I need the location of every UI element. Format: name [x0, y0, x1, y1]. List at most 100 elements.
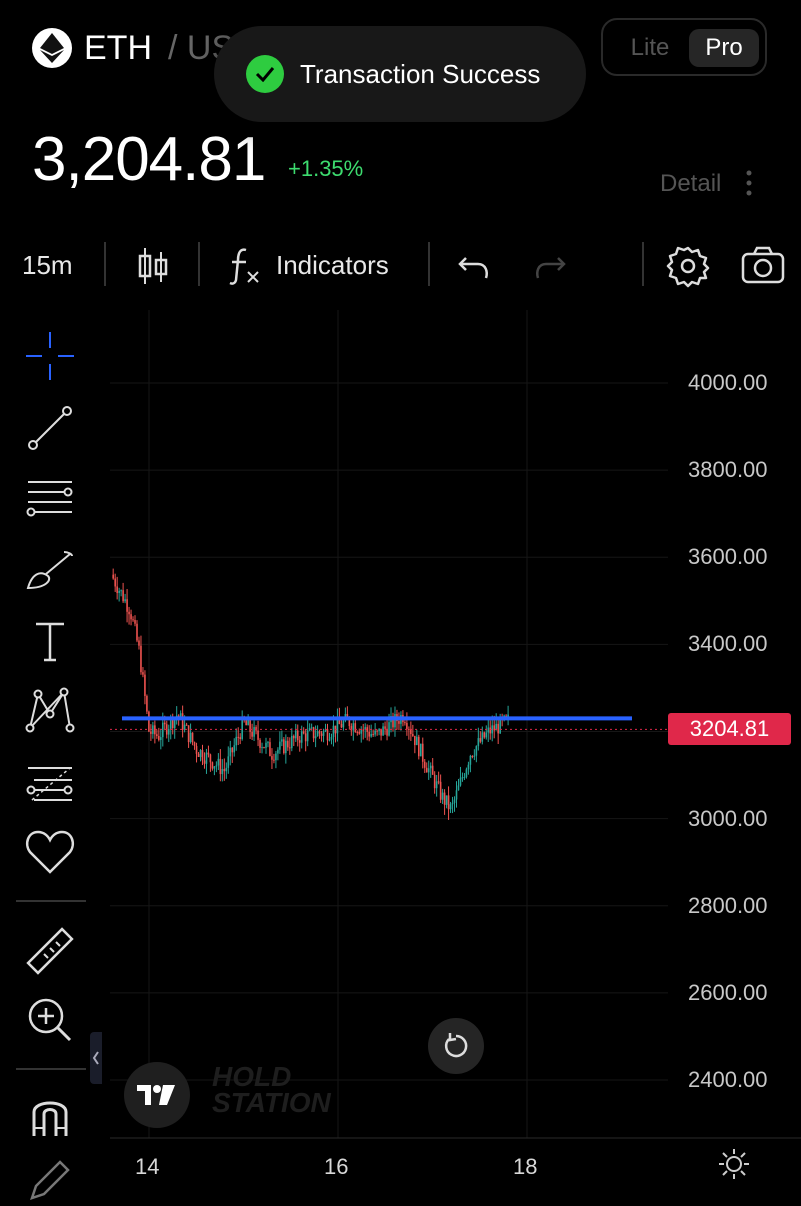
camera-icon[interactable]: [740, 244, 786, 288]
candle-body: [421, 743, 424, 762]
candle-body: [187, 725, 190, 743]
candle-body: [265, 742, 267, 748]
candle-body: [199, 750, 202, 757]
candle-body: [269, 742, 271, 757]
candle-body: [441, 792, 444, 800]
candle-body: [449, 804, 452, 810]
candle-body: [384, 726, 386, 729]
interval-button[interactable]: 15m: [22, 250, 73, 281]
y-axis-label: 2800.00: [688, 892, 768, 918]
candle-body: [410, 729, 412, 735]
candle-body: [340, 724, 343, 728]
candle-body: [376, 730, 378, 732]
x-axis-label: 18: [513, 1154, 538, 1179]
pair-selector[interactable]: ETH / US: [32, 28, 234, 68]
magnet-icon[interactable]: [24, 1090, 76, 1142]
candle-body: [328, 739, 331, 741]
y-axis-label: 3600.00: [688, 544, 768, 570]
ruler-icon[interactable]: [24, 924, 76, 976]
toolbar-divider: [198, 242, 200, 286]
candle-body: [300, 731, 303, 743]
y-axis-label: 2400.00: [688, 1067, 768, 1092]
candle-body: [489, 727, 492, 734]
candle-body: [229, 747, 232, 757]
zoom-in-icon[interactable]: [24, 994, 76, 1046]
candle-body: [239, 737, 241, 739]
candle-body: [485, 732, 488, 738]
check-circle-icon: [246, 55, 284, 93]
candle-body: [469, 755, 472, 765]
candle-body: [233, 745, 236, 753]
candlestick-icon[interactable]: [136, 244, 170, 288]
candle-body: [433, 774, 436, 789]
pencil-icon[interactable]: [24, 1154, 76, 1206]
candle-body: [425, 767, 428, 773]
crosshair-icon[interactable]: [24, 330, 76, 382]
candle-body: [126, 599, 128, 612]
reset-chart-button[interactable]: [428, 1018, 484, 1074]
axis-settings-icon[interactable]: [718, 1148, 750, 1180]
candle-body: [368, 731, 370, 737]
candle-body: [237, 736, 240, 738]
candle-body: [416, 736, 418, 746]
text-icon[interactable]: [24, 616, 76, 668]
mode-lite-button[interactable]: Lite: [617, 29, 683, 67]
mode-pro-button[interactable]: Pro: [689, 29, 759, 67]
candle-body: [247, 719, 249, 726]
candle-body: [326, 729, 329, 741]
detail-link[interactable]: Detail: [660, 170, 721, 198]
undo-icon[interactable]: [456, 244, 492, 288]
redo-icon[interactable]: [532, 244, 568, 288]
candle-body: [439, 781, 442, 800]
candle-body: [296, 730, 299, 741]
candle-body: [132, 619, 134, 621]
candle-body: [185, 724, 188, 726]
fib-icon[interactable]: [24, 758, 76, 810]
candle-body: [231, 747, 234, 753]
settings-icon[interactable]: [666, 244, 710, 288]
more-icon[interactable]: [740, 168, 758, 198]
toolbar-divider: [642, 242, 644, 286]
candle-body: [134, 620, 136, 624]
brush-icon[interactable]: [24, 546, 76, 598]
horizontal-lines-icon[interactable]: [24, 472, 76, 524]
collapse-toolbar-tab[interactable]: [90, 1032, 102, 1084]
candle-body: [241, 717, 243, 739]
candle-body: [271, 756, 273, 760]
candle-body: [181, 713, 184, 730]
candle-body: [497, 723, 499, 734]
base-symbol: ETH: [84, 28, 152, 67]
function-icon[interactable]: [226, 244, 262, 288]
candle-body: [211, 762, 214, 769]
trend-line-icon[interactable]: [24, 402, 76, 454]
candle-body: [201, 750, 204, 761]
candle-body: [294, 730, 297, 739]
candle-body: [251, 731, 253, 737]
candle-body: [455, 790, 458, 800]
indicators-button[interactable]: Indicators: [276, 250, 389, 281]
candle-body: [277, 749, 279, 754]
candle-body: [217, 758, 220, 766]
heart-icon[interactable]: [24, 826, 76, 878]
candle-body: [342, 720, 345, 728]
candle-body: [378, 728, 380, 731]
candle-body: [259, 739, 261, 748]
candle-body: [167, 728, 170, 735]
candle-body: [255, 727, 257, 731]
candle-body: [320, 733, 323, 736]
candle-body: [473, 755, 476, 757]
candle-body: [292, 735, 295, 739]
candle-body: [124, 599, 126, 602]
pattern-icon[interactable]: [24, 684, 76, 736]
candle-body: [467, 764, 470, 770]
candle-body: [249, 719, 251, 732]
tradingview-logo[interactable]: [124, 1062, 190, 1128]
candle-body: [235, 736, 238, 746]
candle-body: [128, 611, 130, 615]
candle-body: [213, 766, 216, 769]
candle-body: [437, 781, 440, 783]
price-chart[interactable]: [0, 300, 801, 1200]
candle-body: [189, 732, 192, 743]
y-axis-label: 3800.00: [688, 457, 768, 483]
candle-body: [330, 736, 333, 740]
